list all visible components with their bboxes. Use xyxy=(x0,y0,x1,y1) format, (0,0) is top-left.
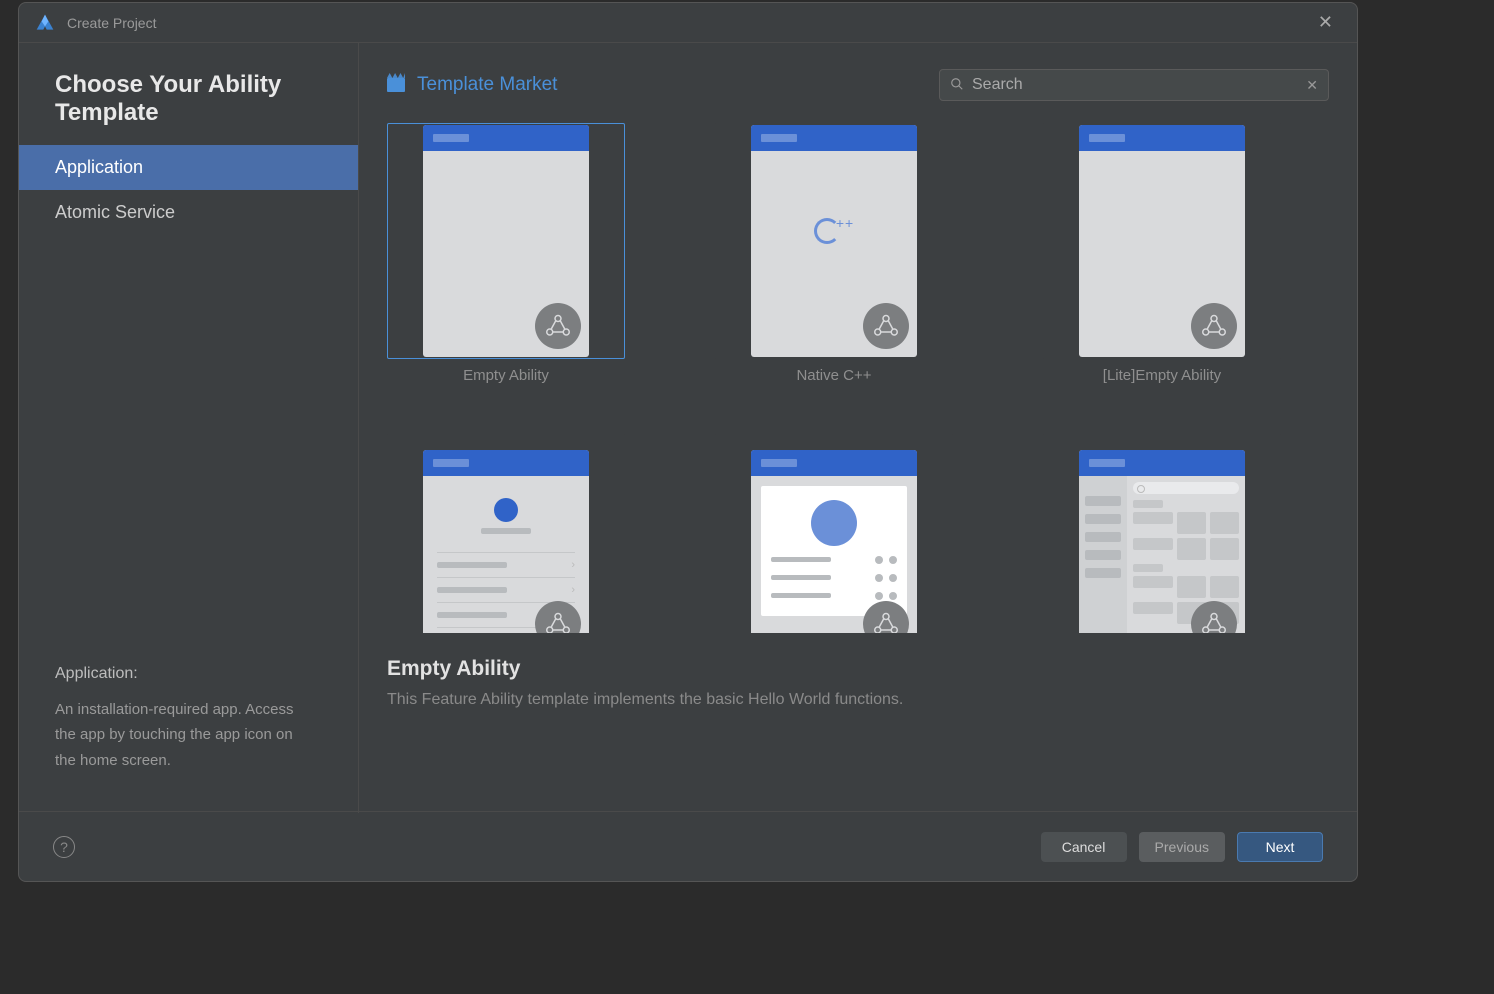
template-label: Native C++ xyxy=(715,367,953,384)
templates-scroll[interactable]: Empty Ability ++ Native C++ [Lite]Empty Abi… xyxy=(387,123,1329,633)
search-input[interactable] xyxy=(972,76,1298,94)
page-heading: Choose Your Ability Template xyxy=(19,71,358,145)
template-card[interactable] xyxy=(715,434,953,633)
sidebar-item-label: Atomic Service xyxy=(55,202,175,222)
template-card[interactable] xyxy=(1043,434,1281,633)
template-label: Empty Ability xyxy=(387,367,625,384)
sidebar: Choose Your Ability Template Application… xyxy=(19,43,359,813)
search-field[interactable]: ✕ xyxy=(939,69,1329,101)
main-panel: Template Market ✕ Empty Ability ++ Native … xyxy=(359,43,1357,813)
store-icon xyxy=(387,78,405,92)
template-thumbnail xyxy=(1043,123,1281,359)
next-button[interactable]: Next xyxy=(1237,832,1323,862)
footer: ? Cancel Previous Next xyxy=(19,811,1357,881)
detail-title: Empty Ability xyxy=(387,657,1329,681)
template-market-label: Template Market xyxy=(417,74,557,96)
template-thumbnail: ›››› xyxy=(387,434,625,633)
cancel-button[interactable]: Cancel xyxy=(1041,832,1127,862)
sidebar-item-application[interactable]: Application xyxy=(19,145,358,190)
titlebar: Create Project ✕ xyxy=(19,3,1357,43)
dialog-title: Create Project xyxy=(67,15,156,31)
sidebar-desc-body: An installation-required app. Access the… xyxy=(55,697,315,774)
sidebar-desc-title: Application: xyxy=(55,665,322,683)
template-card[interactable]: ›››› xyxy=(387,434,625,633)
search-icon xyxy=(950,77,964,94)
app-logo-icon xyxy=(35,13,55,33)
template-card[interactable]: ++ Native C++ xyxy=(715,123,953,384)
template-thumbnail xyxy=(715,434,953,633)
template-thumbnail xyxy=(1043,434,1281,633)
template-market-link[interactable]: Template Market xyxy=(387,74,557,96)
sidebar-description: Application: An installation-required ap… xyxy=(19,665,358,792)
template-card[interactable]: Empty Ability xyxy=(387,123,625,384)
template-label: [Lite]Empty Ability xyxy=(1043,367,1281,384)
previous-button[interactable]: Previous xyxy=(1139,832,1225,862)
sidebar-item-label: Application xyxy=(55,157,143,177)
clear-search-icon[interactable]: ✕ xyxy=(1306,77,1318,94)
template-thumbnail: ++ xyxy=(715,123,953,359)
template-thumbnail xyxy=(387,123,625,359)
close-icon[interactable]: ✕ xyxy=(1310,8,1341,37)
help-icon[interactable]: ? xyxy=(53,836,75,858)
sidebar-item-atomic-service[interactable]: Atomic Service xyxy=(19,190,358,235)
create-project-dialog: Create Project ✕ Choose Your Ability Tem… xyxy=(18,2,1358,882)
template-card[interactable]: [Lite]Empty Ability xyxy=(1043,123,1281,384)
detail-description: This Feature Ability template implements… xyxy=(387,691,1329,709)
template-detail: Empty Ability This Feature Ability templ… xyxy=(387,657,1329,709)
